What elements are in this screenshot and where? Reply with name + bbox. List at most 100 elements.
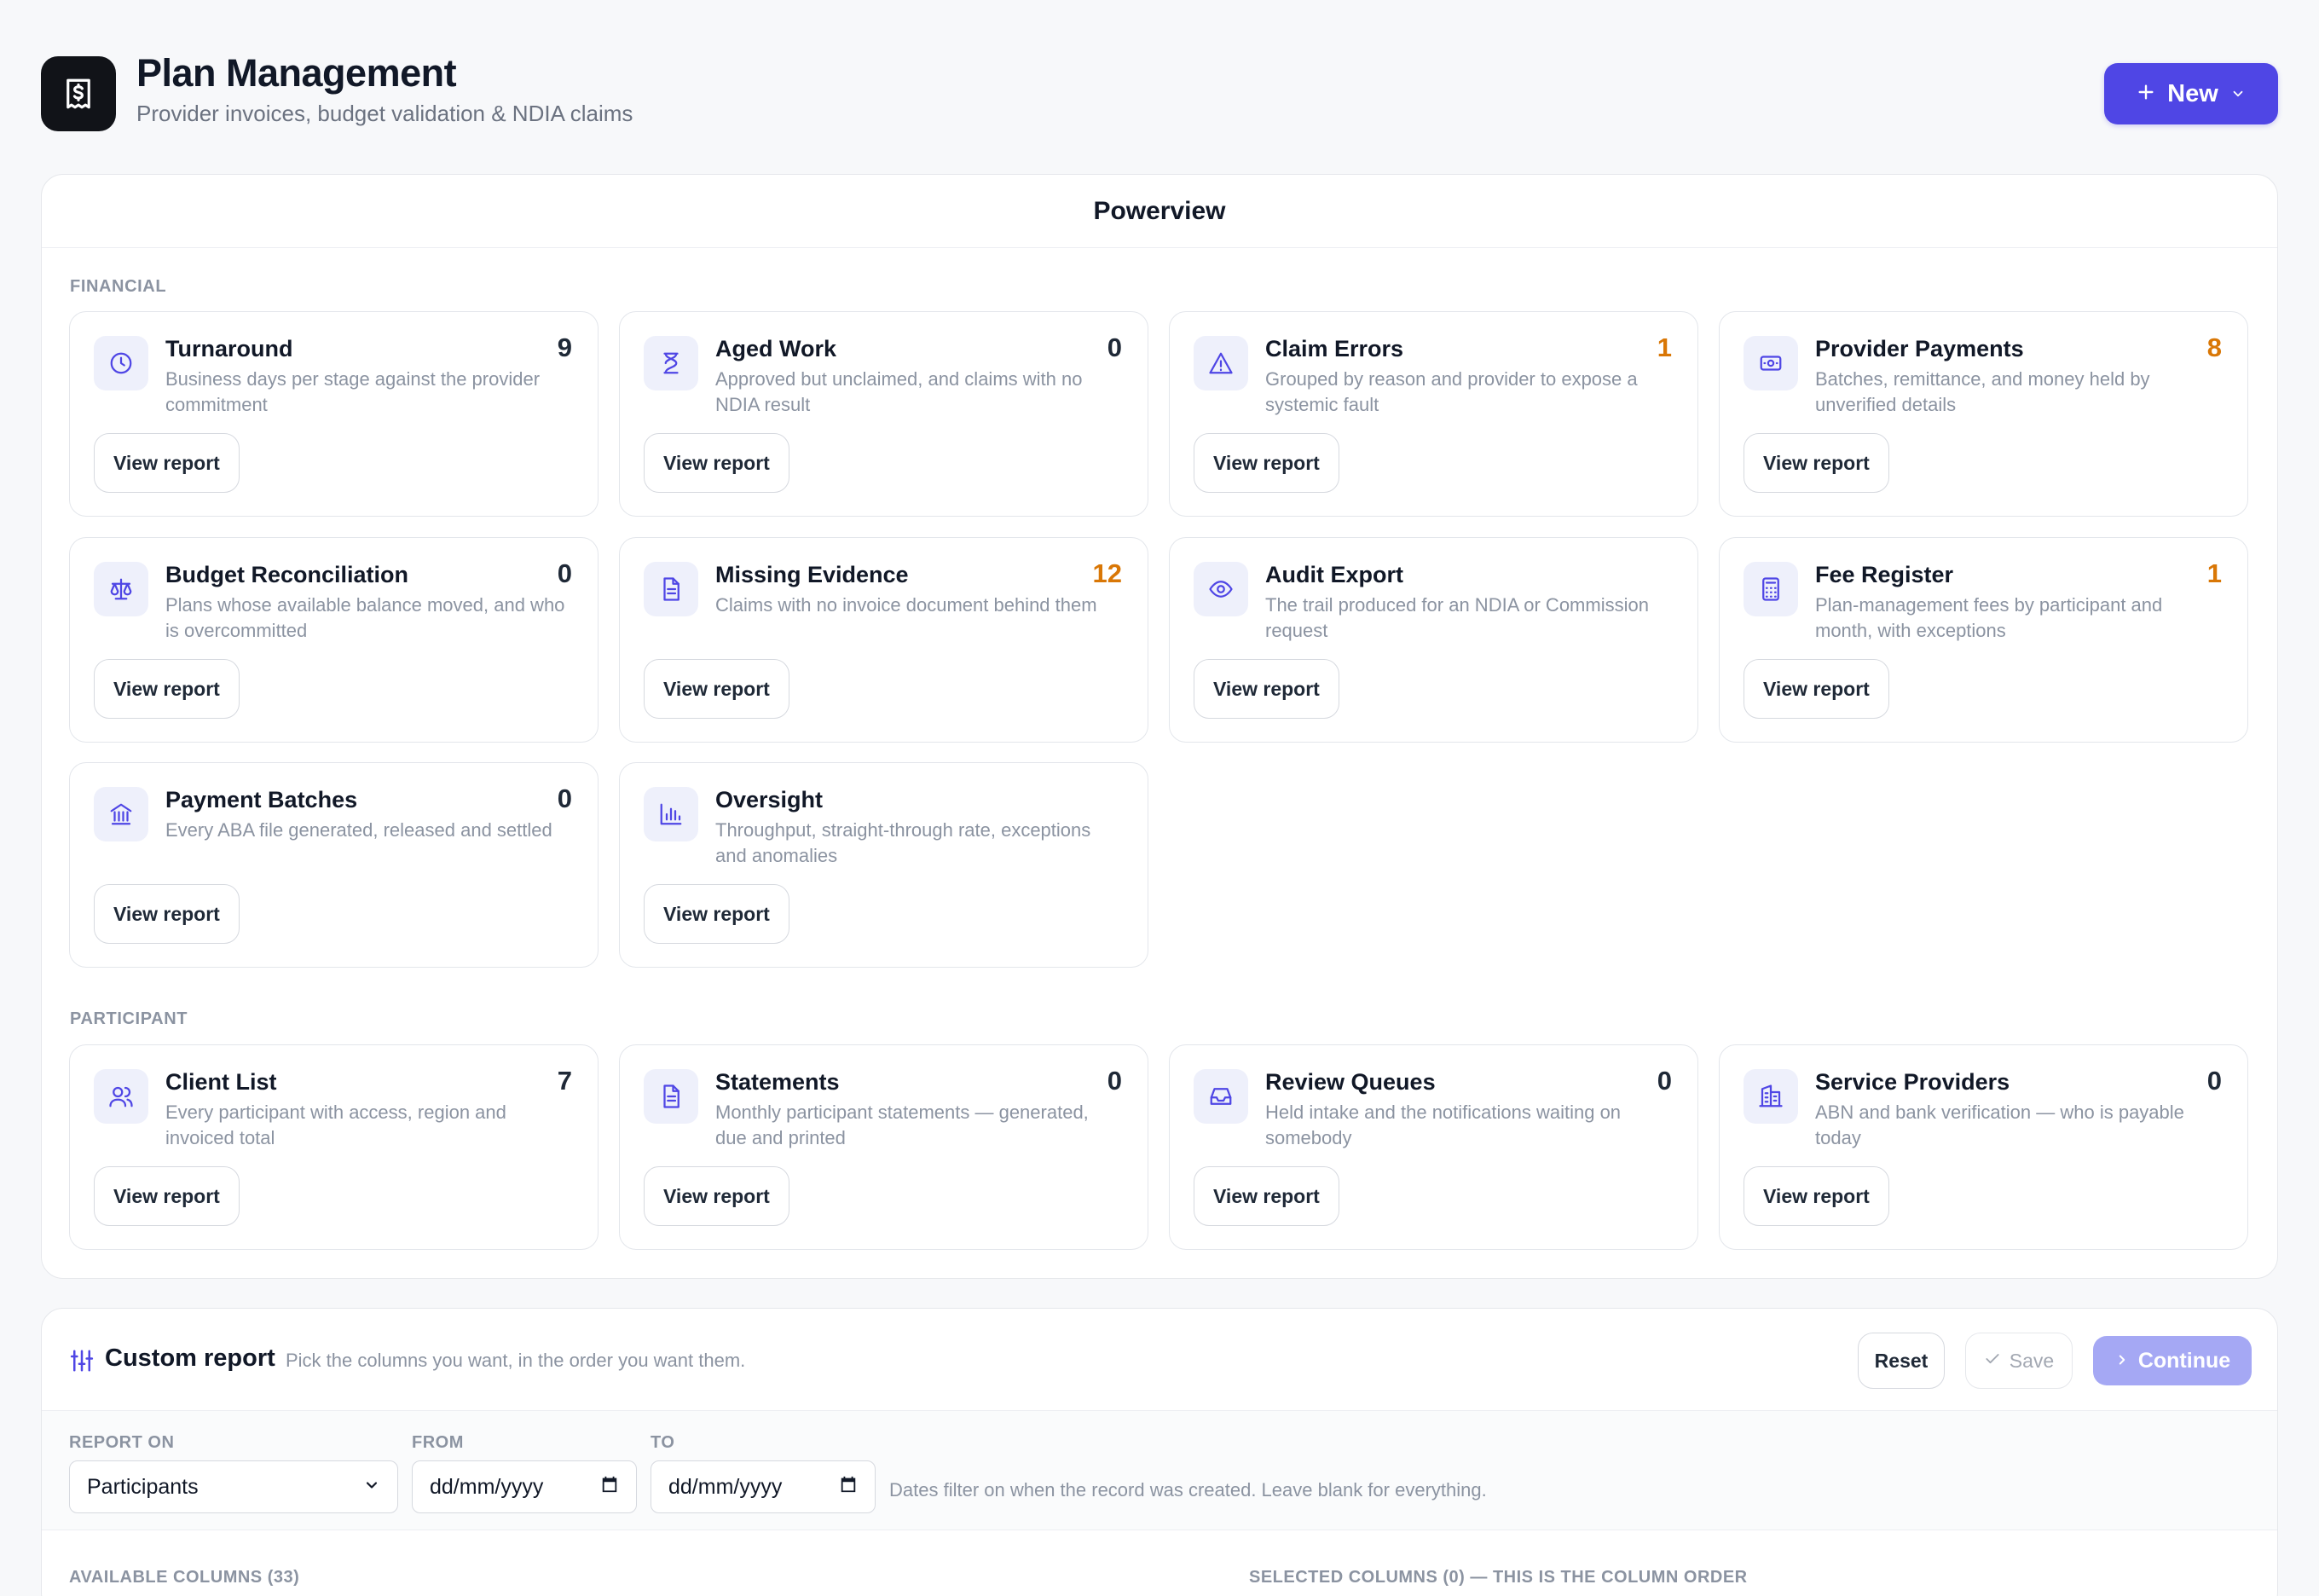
new-button[interactable]: New xyxy=(2104,63,2278,124)
save-button-label: Save xyxy=(2009,1349,2055,1372)
card-count: 0 xyxy=(1107,332,1122,362)
card-title: Turnaround xyxy=(165,336,293,361)
custom-report-panel: Custom report Pick the columns you want,… xyxy=(41,1308,2278,1596)
inbox-icon xyxy=(1194,1069,1248,1124)
chevron-down-icon xyxy=(2230,80,2246,108)
report-card: Statements 0 Monthly participant statement… xyxy=(619,1044,1148,1250)
view-report-button[interactable]: View report xyxy=(644,884,789,944)
custom-report-header: Custom report Pick the columns you want,… xyxy=(42,1309,2277,1411)
to-label: TO xyxy=(651,1433,675,1452)
view-report-button[interactable]: View report xyxy=(94,884,240,944)
users-icon xyxy=(94,1069,148,1124)
from-date-input[interactable]: dd/mm/yyyy xyxy=(412,1460,637,1513)
from-label: FROM xyxy=(412,1433,464,1452)
card-count: 0 xyxy=(2206,1066,2222,1096)
check-icon xyxy=(1984,1350,2001,1373)
card-title: Service Providers xyxy=(1815,1069,2010,1095)
card-description: Approved but unclaimed, and claims with … xyxy=(715,368,1083,415)
continue-button-label: Continue xyxy=(2137,1348,2231,1373)
card-title: Budget Reconciliation xyxy=(165,562,409,587)
hourglass-icon xyxy=(644,336,698,390)
view-report-button[interactable]: View report xyxy=(644,433,789,493)
view-report-button[interactable]: View report xyxy=(644,1166,789,1226)
report-on-value: Participants xyxy=(87,1474,199,1499)
card-description: Claims with no invoice document behind t… xyxy=(715,594,1097,616)
view-report-button[interactable]: View report xyxy=(1194,1166,1339,1226)
sliders-icon xyxy=(69,1348,95,1378)
powerview-title: Powerview xyxy=(42,175,2277,248)
card-title: Payment Batches xyxy=(165,787,358,812)
view-report-button[interactable]: View report xyxy=(94,659,240,719)
bar-chart-icon xyxy=(644,787,698,841)
building-icon xyxy=(1744,1069,1798,1124)
custom-report-title: Custom report xyxy=(105,1344,275,1372)
warning-icon xyxy=(1194,336,1248,390)
chevron-right-icon xyxy=(2114,1349,2130,1373)
document-icon xyxy=(644,562,698,616)
card-count: 12 xyxy=(1092,558,1122,588)
view-report-button[interactable]: View report xyxy=(1194,433,1339,493)
card-count: 8 xyxy=(2206,332,2222,362)
view-report-button[interactable]: View report xyxy=(1744,433,1889,493)
banknote-icon xyxy=(1744,336,1798,390)
card-description: Held intake and the notifications waitin… xyxy=(1265,1102,1622,1148)
view-report-button[interactable]: View report xyxy=(1194,659,1339,719)
report-filters: REPORT ON Participants FROM dd/mm/yyyy T… xyxy=(42,1411,2277,1530)
plus-icon xyxy=(2137,80,2155,108)
plan-management-page: Plan Management Provider invoices, budge… xyxy=(0,0,2319,1596)
card-title: Provider Payments xyxy=(1815,336,2024,361)
card-title: Audit Export xyxy=(1265,562,1403,587)
report-on-label: REPORT ON xyxy=(69,1433,175,1452)
custom-report-hint: Pick the columns you want, in the order … xyxy=(286,1350,746,1371)
reset-button[interactable]: Reset xyxy=(1858,1333,1945,1389)
card-title: Client List xyxy=(165,1069,277,1095)
page-header: Plan Management Provider invoices, budge… xyxy=(41,51,2278,133)
card-description: Business days per stage against the prov… xyxy=(165,368,541,415)
card-description: Throughput, straight-through rate, excep… xyxy=(715,819,1091,866)
card-title: Oversight xyxy=(715,787,824,812)
card-description: Plan-management fees by participant and … xyxy=(1815,594,2163,641)
save-button[interactable]: Save xyxy=(1965,1333,2073,1389)
card-count: 0 xyxy=(1107,1066,1122,1096)
report-card: Payment Batches 0 Every ABA file generated… xyxy=(69,762,599,968)
card-count: 1 xyxy=(2206,558,2222,588)
card-title: Aged Work xyxy=(715,336,837,361)
selected-columns-label: SELECTED COLUMNS (0) — THIS IS THE COLUM… xyxy=(1249,1568,1748,1587)
card-description: Batches, remittance, and money held by u… xyxy=(1815,368,2150,415)
view-report-button[interactable]: View report xyxy=(94,1166,240,1226)
report-card: Fee Register 1 Plan-management fees by par… xyxy=(1719,537,2248,743)
view-report-button[interactable]: View report xyxy=(1744,1166,1889,1226)
dollar-receipt-icon xyxy=(41,56,116,131)
available-columns-label: AVAILABLE COLUMNS (33) xyxy=(69,1568,300,1587)
report-card: Budget Reconciliation 0 Plans whose availa… xyxy=(69,537,599,743)
report-on-select[interactable]: Participants xyxy=(69,1460,398,1513)
view-report-button[interactable]: View report xyxy=(94,433,240,493)
section-label-financial: FINANCIAL xyxy=(70,277,167,296)
scale-icon xyxy=(94,562,148,616)
report-card: Missing Evidence 12 Claims with no invoice… xyxy=(619,537,1148,743)
view-report-button[interactable]: View report xyxy=(644,659,789,719)
bank-icon xyxy=(94,787,148,841)
continue-button[interactable]: Continue xyxy=(2093,1336,2252,1385)
report-card: Claim Errors 1 Grouped by reason and provi… xyxy=(1169,311,1698,517)
document-icon xyxy=(644,1069,698,1124)
powerview-panel: Powerview FINANCIAL PARTICIPANT Turnarou… xyxy=(41,174,2278,1279)
card-count: 0 xyxy=(557,784,572,813)
to-date-input[interactable]: dd/mm/yyyy xyxy=(651,1460,876,1513)
card-description: Every participant with access, region an… xyxy=(165,1102,506,1148)
calculator-icon xyxy=(1744,562,1798,616)
view-report-button[interactable]: View report xyxy=(1744,659,1889,719)
eye-icon xyxy=(1194,562,1248,616)
new-button-label: New xyxy=(2167,79,2218,107)
report-card: Client List 7 Every participant with acces… xyxy=(69,1044,599,1250)
report-card: Turnaround 9 Business days per stage again… xyxy=(69,311,599,517)
card-description: Every ABA file generated, released and s… xyxy=(165,819,552,841)
page-title: Plan Management xyxy=(136,51,457,95)
card-description: Grouped by reason and provider to expose… xyxy=(1265,368,1638,415)
dates-hint: Dates filter on when the record was crea… xyxy=(889,1479,1487,1501)
to-date-placeholder: dd/mm/yyyy xyxy=(668,1474,783,1499)
card-count: 9 xyxy=(557,332,572,362)
card-title: Review Queues xyxy=(1265,1069,1436,1095)
page-subtitle: Provider invoices, budget validation & N… xyxy=(136,101,633,126)
card-description: Plans whose available balance moved, and… xyxy=(165,594,565,641)
